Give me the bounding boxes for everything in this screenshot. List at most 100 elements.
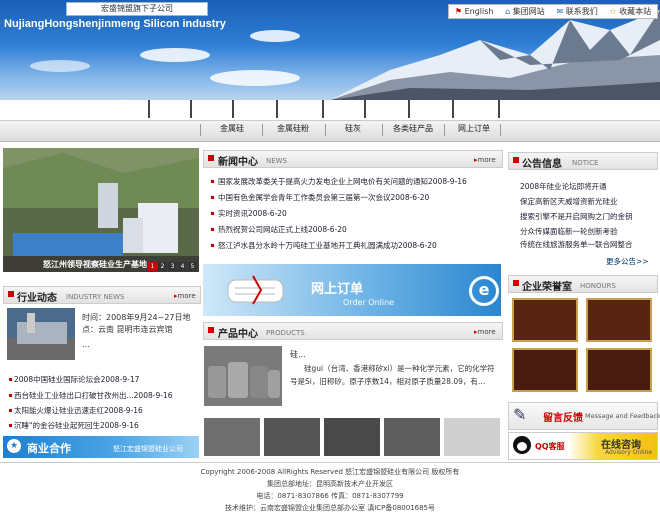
honour-certificate[interactable]	[512, 348, 578, 392]
qq-service-banner[interactable]: QQ客服 在线咨询 Advisory Online	[508, 432, 658, 460]
qq-label: QQ客服	[535, 442, 565, 451]
bullet-icon	[211, 212, 214, 215]
notice-item[interactable]: 2008年硅业论坛即将开通	[520, 181, 607, 192]
industry-item[interactable]: 太阳能火爆让硅业迅速走红2008-9-16	[14, 405, 143, 416]
news-item[interactable]: 怒江泸水县分水岭十万吨硅工业基地开工典礼圆满成功2008-6-20	[218, 240, 437, 251]
tile-divider	[408, 100, 410, 118]
news-title: 新闻中心	[218, 157, 258, 168]
product-thumb[interactable]	[264, 418, 320, 456]
industry-item[interactable]: 沉睡"的金谷硅业起死回生2008-9-16	[14, 420, 139, 431]
page-dot[interactable]: 1	[148, 262, 157, 271]
industry-ellipsis: …	[82, 340, 90, 349]
news-item[interactable]: 国家发展改革委关于提高火力发电企业上网电价有关问题的通知2008-9-16	[218, 176, 467, 187]
ie-logo-icon: e	[469, 276, 499, 306]
tile-bar	[0, 100, 660, 118]
news-item[interactable]: 实时资讯2008-6-20	[218, 208, 287, 219]
nav-separator	[444, 124, 445, 136]
product-thumb[interactable]	[444, 418, 500, 456]
honour-certificate[interactable]	[586, 298, 652, 342]
industry-item[interactable]: 西台硅业工业硅出口打破甘孜州出...2008-9-16	[14, 390, 172, 401]
news-item[interactable]: 中国有色金属学会青年工作委员会第三届第一次会议2008-6-20	[218, 192, 429, 203]
product-thumb[interactable]	[324, 418, 380, 456]
notice-item[interactable]: 分众传媒面临新一轮创新考验	[520, 226, 618, 237]
industry-more-link[interactable]: ▸more	[174, 292, 196, 300]
product-name[interactable]: 硅...	[290, 349, 306, 360]
bullet-icon	[211, 180, 214, 183]
order-online-banner[interactable]: 网上订单 Order Online e	[203, 264, 501, 316]
header-banner: 宏盛锦盟旗下子公司 NujiangHongshenjinmeng Silicon…	[0, 0, 660, 100]
bullet-icon	[211, 196, 214, 199]
notice-item[interactable]: 传统在线旅游服务单一联合网整合	[520, 239, 633, 250]
footer: Copyright 2006-2008 AllRights Reserved 怒…	[0, 466, 660, 519]
footer-support: 技术维护：云南宏盛锦盟企业集团总部办公室 滇ICP备08001685号	[224, 504, 436, 512]
bookmark-link[interactable]: ☆ 收藏本站	[609, 6, 651, 17]
footer-phone: 电话：0871-8307866 传真：0871-8307799	[256, 492, 404, 500]
nav-item-online-order[interactable]: 网上订单	[458, 123, 490, 134]
tile-divider	[232, 100, 234, 118]
site-name: NujiangHongshenjinmeng Silicon industry	[4, 18, 226, 30]
star-icon: ☆	[609, 7, 617, 16]
bullet-icon	[513, 157, 519, 163]
cloud	[250, 30, 300, 42]
nav-separator	[382, 124, 383, 136]
industry-photo[interactable]	[7, 308, 75, 360]
tile-divider	[322, 100, 324, 118]
page-dot[interactable]: 3	[168, 262, 177, 271]
mail-icon: ✉	[556, 7, 564, 16]
order-subtitle: Order Online	[343, 298, 395, 307]
nav-item-silica-fume[interactable]: 硅灰	[345, 123, 361, 134]
products-more-link[interactable]: ▸more	[474, 328, 496, 336]
cooperation-banner[interactable]: ★ 商业合作 怒江宏盛锦盟硅业公司	[3, 436, 199, 458]
cooperation-title: 商业合作	[27, 442, 71, 455]
parent-company-label: 宏盛锦盟旗下子公司	[66, 2, 208, 16]
industry-item[interactable]: 2008中国硅业国际论坛会2008-9-17	[14, 374, 139, 385]
slideshow-caption: 怒江州领导视察硅业生产基地	[43, 260, 147, 269]
cloud	[30, 60, 90, 72]
order-title: 网上订单	[311, 282, 364, 297]
industry-en-title: INDUSTRY NEWS	[66, 293, 125, 301]
product-thumb[interactable]	[384, 418, 440, 456]
message-feedback-banner[interactable]: ✎ 留言反馈 Message and Feedback	[508, 402, 660, 430]
bullet-icon	[9, 424, 12, 427]
honour-certificate[interactable]	[512, 298, 578, 342]
honour-certificate[interactable]	[586, 348, 652, 392]
page-dot[interactable]: 4	[178, 262, 187, 271]
product-thumb[interactable]	[204, 418, 260, 456]
page-dot[interactable]: 5	[188, 262, 197, 271]
nav-item-silicon-products[interactable]: 各类硅产品	[393, 123, 433, 134]
page-dot[interactable]: 2	[158, 262, 167, 271]
nav-separator	[500, 124, 501, 136]
nav-separator	[200, 124, 201, 136]
slideshow[interactable]: 怒江州领导视察硅业生产基地	[3, 148, 199, 272]
nav-item-metal-silicon[interactable]: 金属硅	[220, 123, 244, 134]
english-link[interactable]: ⚑ English	[455, 7, 494, 16]
nav-separator	[262, 124, 263, 136]
bullet-icon	[208, 155, 214, 161]
cloud	[140, 48, 210, 62]
product-photo[interactable]	[204, 346, 282, 406]
bullet-icon	[513, 280, 519, 286]
message-subtitle: Message and Feedback	[585, 412, 660, 420]
contact-link[interactable]: ✉ 联系我们	[556, 6, 597, 17]
nav-separator	[325, 124, 326, 136]
top-links: ⚑ English ⌂ 集团网站 ✉ 联系我们 ☆ 收藏本站	[448, 4, 658, 19]
notice-item[interactable]: 保定高新区天威增资新光硅业	[520, 196, 618, 207]
tile-divider	[276, 100, 278, 118]
notice-item[interactable]: 搜索引擎不是开启网购之门的金钥	[520, 211, 633, 222]
notice-more-link[interactable]: 更多公告>>	[606, 256, 649, 267]
handshake-icon: ★	[7, 439, 21, 453]
group-site-link[interactable]: ⌂ 集团网站	[505, 6, 545, 17]
news-item[interactable]: 热烈祝贺公司网站正式上线2008-6-20	[218, 224, 347, 235]
pen-icon: ✎	[513, 405, 527, 424]
bullet-icon	[9, 394, 12, 397]
factory-photo	[3, 148, 199, 272]
home-icon: ⌂	[505, 7, 511, 16]
honours-en-title: HONOURS	[580, 282, 616, 290]
tile-divider	[498, 100, 500, 118]
industry-title: 行业动态	[17, 293, 57, 304]
nav-item-silicon-powder[interactable]: 金属硅粉	[277, 123, 309, 134]
cooperation-company: 怒江宏盛锦盟硅业公司	[113, 445, 183, 453]
bullet-icon	[8, 291, 14, 297]
news-more-link[interactable]: ▸more	[474, 156, 496, 164]
flag-icon: ⚑	[454, 7, 463, 16]
